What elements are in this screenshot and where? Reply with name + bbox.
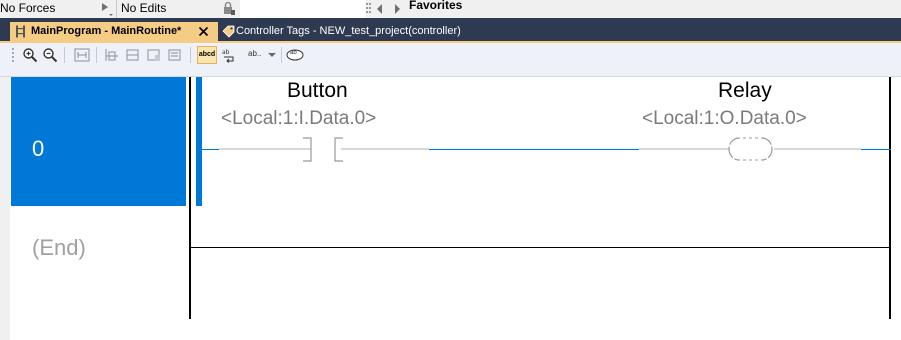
xic-contact[interactable] (219, 137, 429, 162)
svg-text:ab: ab (222, 49, 230, 56)
force-status[interactable]: No Forces (0, 0, 117, 18)
grip-icon[interactable] (366, 2, 372, 16)
branch-level-icon[interactable] (146, 47, 162, 63)
force-status-label: No Forces (0, 1, 56, 15)
ote-tag-description[interactable]: Relay (718, 79, 772, 103)
end-rung-line (189, 247, 891, 248)
ote-coil[interactable] (639, 137, 861, 161)
tab-main-routine[interactable]: MainProgram - MainRoutine* (10, 22, 218, 41)
tab-label: MainProgram - MainRoutine* (31, 25, 182, 37)
toolbar-separator (190, 47, 191, 63)
zoom-in-icon[interactable] (22, 47, 38, 63)
toolbar-grip-icon[interactable] (11, 47, 15, 63)
close-icon[interactable] (198, 26, 209, 37)
element-icon[interactable] (167, 47, 183, 63)
chevron-down-icon[interactable] (264, 47, 280, 63)
rung-number[interactable]: 0 (32, 136, 44, 162)
tab-controller-tags[interactable]: Controller Tags - NEW_test_project(contr… (220, 22, 480, 41)
rung-icon[interactable] (104, 47, 120, 63)
toolbar-separator (281, 47, 282, 63)
toolbar-separator (96, 47, 97, 63)
comment-label: ab (290, 50, 297, 56)
ladder-editor[interactable]: 0 (End) Button <Local:1:I.Data.0> Relay … (0, 77, 901, 340)
document-tab-bar: MainProgram - MainRoutine* Controller Ta… (0, 18, 901, 41)
xic-tag-operand[interactable]: <Local:1:I.Data.0> (221, 108, 376, 130)
favorites-label[interactable]: Favorites (409, 0, 462, 12)
branch-icon[interactable] (125, 47, 141, 63)
force-dropdown-icon[interactable] (100, 1, 114, 17)
editor-edge (0, 77, 10, 340)
favorites-prev-icon[interactable] (376, 3, 384, 15)
column-ruler (0, 67, 901, 77)
text-toggle-button[interactable]: abcd (197, 46, 217, 64)
routine-icon (16, 25, 25, 38)
status-strip: No Forces No Edits Favorites (0, 0, 901, 18)
lock-icon (224, 1, 235, 15)
edit-status-label: No Edits (121, 1, 167, 15)
toolbar-separator (64, 47, 65, 63)
verify-icon[interactable] (74, 47, 90, 63)
ladder-toolbar: abcd ab ab.. ab (0, 41, 901, 67)
description-abbrev-label[interactable]: ab.. (248, 49, 261, 58)
zoom-out-icon[interactable] (42, 47, 58, 63)
wrap-icon[interactable]: ab (221, 47, 237, 63)
status-spacer (240, 0, 366, 18)
end-rung-label: (End) (32, 235, 86, 260)
ote-tag-operand[interactable]: <Local:1:O.Data.0> (642, 108, 807, 130)
tab-label: Controller Tags - NEW_test_project(contr… (236, 25, 461, 37)
tag-icon (222, 25, 235, 38)
favorites-next-icon[interactable] (393, 3, 401, 15)
edit-status[interactable]: No Edits (118, 0, 218, 18)
xic-tag-description[interactable]: Button (287, 79, 348, 103)
